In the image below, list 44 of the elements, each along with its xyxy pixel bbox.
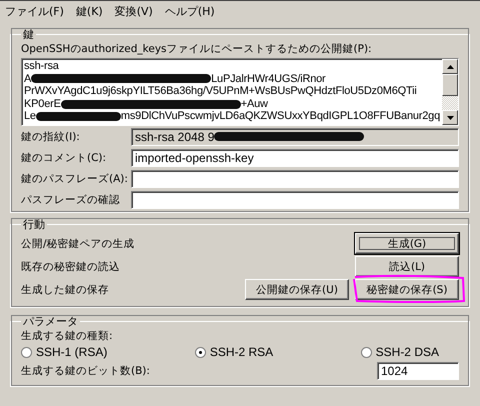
action-label: 公開/秘密鍵ペアの生成 [21, 236, 135, 250]
action-button[interactable]: 秘密鍵の保存(S) [355, 279, 459, 300]
text-field[interactable] [131, 170, 459, 188]
radio-label[interactable]: SSH-2 DSA [376, 345, 439, 359]
key-text: A [24, 72, 32, 86]
key-text: PrWXvYAgdC1u9j6skpYILT56Ba36hg/V5UPnM+WsBUsPwQHdztFloU5Dz0M6QTii [24, 85, 417, 98]
public-key-label: OpenSSHのauthorized_keysファイルにペーストするための公開鍵(P): [21, 42, 373, 56]
key-text: ms9DlChVuPscwmjvLD6aQKZWSUxxYBqdIGPL1O8FFUBanur2gq [120, 110, 440, 123]
field-label: 鍵のコメント(C): [21, 150, 108, 164]
radio-button[interactable] [360, 346, 372, 358]
menu-item[interactable]: ファイル(F) [4, 4, 65, 18]
scroll-down-icon [446, 116, 454, 120]
bits-label: 生成する鍵のビット数(B): [21, 364, 150, 378]
menu-item[interactable]: ヘルプ(H) [164, 4, 216, 18]
field-label: パスフレーズの確認 [21, 192, 121, 206]
menu-item[interactable]: 変換(V) [114, 4, 154, 18]
group-title: パラメータ [22, 314, 79, 329]
radio-label[interactable]: SSH-2 RSA [210, 345, 274, 359]
radio-label[interactable]: SSH-1 (RSA) [36, 345, 108, 359]
bits-field[interactable]: 1024 [377, 362, 459, 380]
action-button[interactable]: 生成(G) [355, 233, 459, 254]
action-label: 既存の秘密鍵の読込 [21, 260, 120, 274]
radio-button[interactable] [194, 346, 206, 358]
action-label: 生成した鍵の保存 [21, 282, 109, 296]
key-text: Le [24, 110, 36, 123]
group-title: 鍵 [22, 27, 35, 42]
scrollbar[interactable] [442, 59, 458, 125]
key-text: LuPJalrHWr4UGS/iRnor [211, 72, 326, 86]
scroll-up-icon [446, 64, 454, 68]
key-text: +Auw [240, 98, 268, 110]
text-field[interactable]: imported-openssh-key [131, 148, 459, 166]
field-label: 鍵のパスフレーズ(A): [21, 172, 129, 186]
action-button[interactable]: 公開鍵の保存(U) [245, 279, 349, 300]
field-label: 鍵の指紋(I): [21, 130, 81, 144]
text-field[interactable] [131, 190, 459, 208]
group-title: 行動 [22, 217, 46, 232]
menu-item[interactable]: 鍵(K) [74, 4, 104, 18]
action-button[interactable]: 読込(L) [355, 256, 459, 277]
key-type-label: 生成する鍵の種類: [21, 329, 114, 343]
public-key-field[interactable]: ssh-rsa A LuPJalrHWr4UGS/iRnor PrWXvYAgdC1u9j6skpYILT56Ba36hg/V5UPnM+WsBUsPwQHdztFloU5Dz0M6QTii KP0erE +Auw Le ms9DlChVuPscwmjvLD6aQKZWSUxxYBqdIGPL1O8FFUBanur2gq [21, 58, 459, 126]
key-text: KP0erE [24, 98, 61, 110]
scroll-track[interactable] [442, 96, 458, 110]
radio-button[interactable] [21, 346, 32, 358]
key-text: ssh-rsa [24, 60, 59, 73]
